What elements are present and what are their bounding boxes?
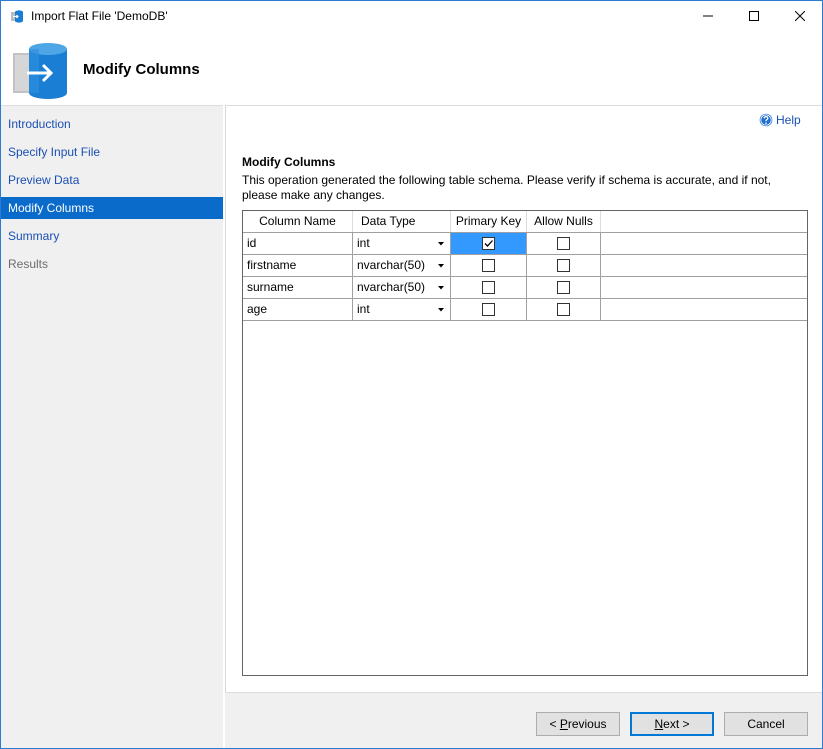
header-allow-nulls[interactable]: Allow Nulls xyxy=(527,211,601,232)
column-name-cell[interactable]: age xyxy=(243,299,353,320)
primary-key-checkbox[interactable] xyxy=(482,259,495,272)
header-primary-key[interactable]: Primary Key xyxy=(451,211,527,232)
table-row[interactable]: id int xyxy=(243,233,807,255)
sidebar-item-results: Results xyxy=(8,257,49,271)
data-type-dropdown[interactable]: int xyxy=(353,299,451,320)
empty-cell xyxy=(601,299,807,320)
section-title: Modify Columns xyxy=(242,155,336,169)
header-data-type[interactable]: Data Type xyxy=(353,211,451,232)
grid-header-row: Column Name Data Type Primary Key Allow … xyxy=(243,211,807,233)
primary-key-cell[interactable] xyxy=(451,233,527,254)
header-empty xyxy=(601,211,807,232)
primary-key-checkbox[interactable] xyxy=(482,237,495,250)
primary-key-cell[interactable] xyxy=(451,299,527,320)
table-row[interactable]: surname nvarchar(50) xyxy=(243,277,807,299)
primary-key-cell[interactable] xyxy=(451,255,527,276)
wizard-sidebar: Introduction Specify Input File Preview … xyxy=(1,105,223,748)
help-label: Help xyxy=(776,113,801,127)
main-content: Help Modify Columns This operation gener… xyxy=(225,105,822,692)
previous-mnemonic: P xyxy=(559,717,568,731)
allow-nulls-checkbox[interactable] xyxy=(557,281,570,294)
help-link[interactable]: Help xyxy=(759,113,801,127)
column-name-cell[interactable]: surname xyxy=(243,277,353,298)
data-type-value: int xyxy=(357,236,370,250)
database-import-icon xyxy=(11,10,23,23)
data-type-dropdown[interactable]: nvarchar(50) xyxy=(353,255,451,276)
allow-nulls-cell[interactable] xyxy=(527,255,601,276)
next-button[interactable]: Next > xyxy=(630,712,714,736)
minimize-button[interactable] xyxy=(685,1,731,31)
maximize-button[interactable] xyxy=(731,1,777,31)
allow-nulls-checkbox[interactable] xyxy=(557,303,570,316)
next-rest: ext > xyxy=(663,717,690,731)
data-type-value: nvarchar(50) xyxy=(357,280,426,294)
table-row[interactable]: firstname nvarchar(50) xyxy=(243,255,807,277)
cancel-button[interactable]: Cancel xyxy=(724,712,808,736)
allow-nulls-checkbox[interactable] xyxy=(557,259,570,272)
checkmark-icon xyxy=(484,240,493,247)
import-flat-file-window: Import Flat File 'DemoDB' Modify Columns… xyxy=(0,0,823,749)
maximize-icon xyxy=(749,11,759,21)
column-name-cell[interactable]: id xyxy=(243,233,353,254)
wizard-header: Modify Columns xyxy=(1,31,822,105)
section-description: This operation generated the following t… xyxy=(242,173,771,202)
previous-rest: revious xyxy=(567,717,607,731)
database-import-icon xyxy=(13,43,67,99)
sidebar-item-specify-input-file[interactable]: Specify Input File xyxy=(1,141,223,163)
previous-button[interactable]: < Previous xyxy=(536,712,620,736)
empty-cell xyxy=(601,277,807,298)
primary-key-checkbox[interactable] xyxy=(482,303,495,316)
sidebar-item-summary[interactable]: Summary xyxy=(1,225,223,247)
minimize-icon xyxy=(703,15,713,17)
column-name-cell[interactable]: firstname xyxy=(243,255,353,276)
wizard-footer: < Previous Next > Cancel xyxy=(225,692,822,748)
chevron-down-icon[interactable] xyxy=(436,255,446,276)
table-row[interactable]: age int xyxy=(243,299,807,321)
allow-nulls-cell[interactable] xyxy=(527,233,601,254)
chevron-down-icon[interactable] xyxy=(436,233,446,254)
columns-grid[interactable]: Column Name Data Type Primary Key Allow … xyxy=(242,210,808,676)
data-type-value: int xyxy=(357,302,370,316)
empty-cell xyxy=(601,255,807,276)
title-bar[interactable]: Import Flat File 'DemoDB' xyxy=(1,1,822,31)
allow-nulls-cell[interactable] xyxy=(527,277,601,298)
allow-nulls-checkbox[interactable] xyxy=(557,237,570,250)
next-mnemonic: N xyxy=(654,717,664,731)
previous-prefix: < xyxy=(549,717,560,731)
primary-key-checkbox[interactable] xyxy=(482,281,495,294)
chevron-down-icon[interactable] xyxy=(436,299,446,320)
page-title: Modify Columns xyxy=(83,61,200,78)
allow-nulls-cell[interactable] xyxy=(527,299,601,320)
close-button[interactable] xyxy=(777,1,823,31)
sidebar-item-preview-data[interactable]: Preview Data xyxy=(1,169,223,191)
sidebar-item-modify-columns[interactable]: Modify Columns xyxy=(1,197,223,219)
close-icon xyxy=(795,11,805,21)
data-type-dropdown[interactable]: int xyxy=(353,233,451,254)
window-title: Import Flat File 'DemoDB' xyxy=(31,9,168,23)
empty-cell xyxy=(601,233,807,254)
primary-key-cell[interactable] xyxy=(451,277,527,298)
help-icon xyxy=(759,113,773,127)
data-type-value: nvarchar(50) xyxy=(357,258,426,272)
sidebar-item-introduction[interactable]: Introduction xyxy=(1,113,223,135)
header-column-name[interactable]: Column Name xyxy=(243,211,353,232)
chevron-down-icon[interactable] xyxy=(436,277,446,298)
data-type-dropdown[interactable]: nvarchar(50) xyxy=(353,277,451,298)
